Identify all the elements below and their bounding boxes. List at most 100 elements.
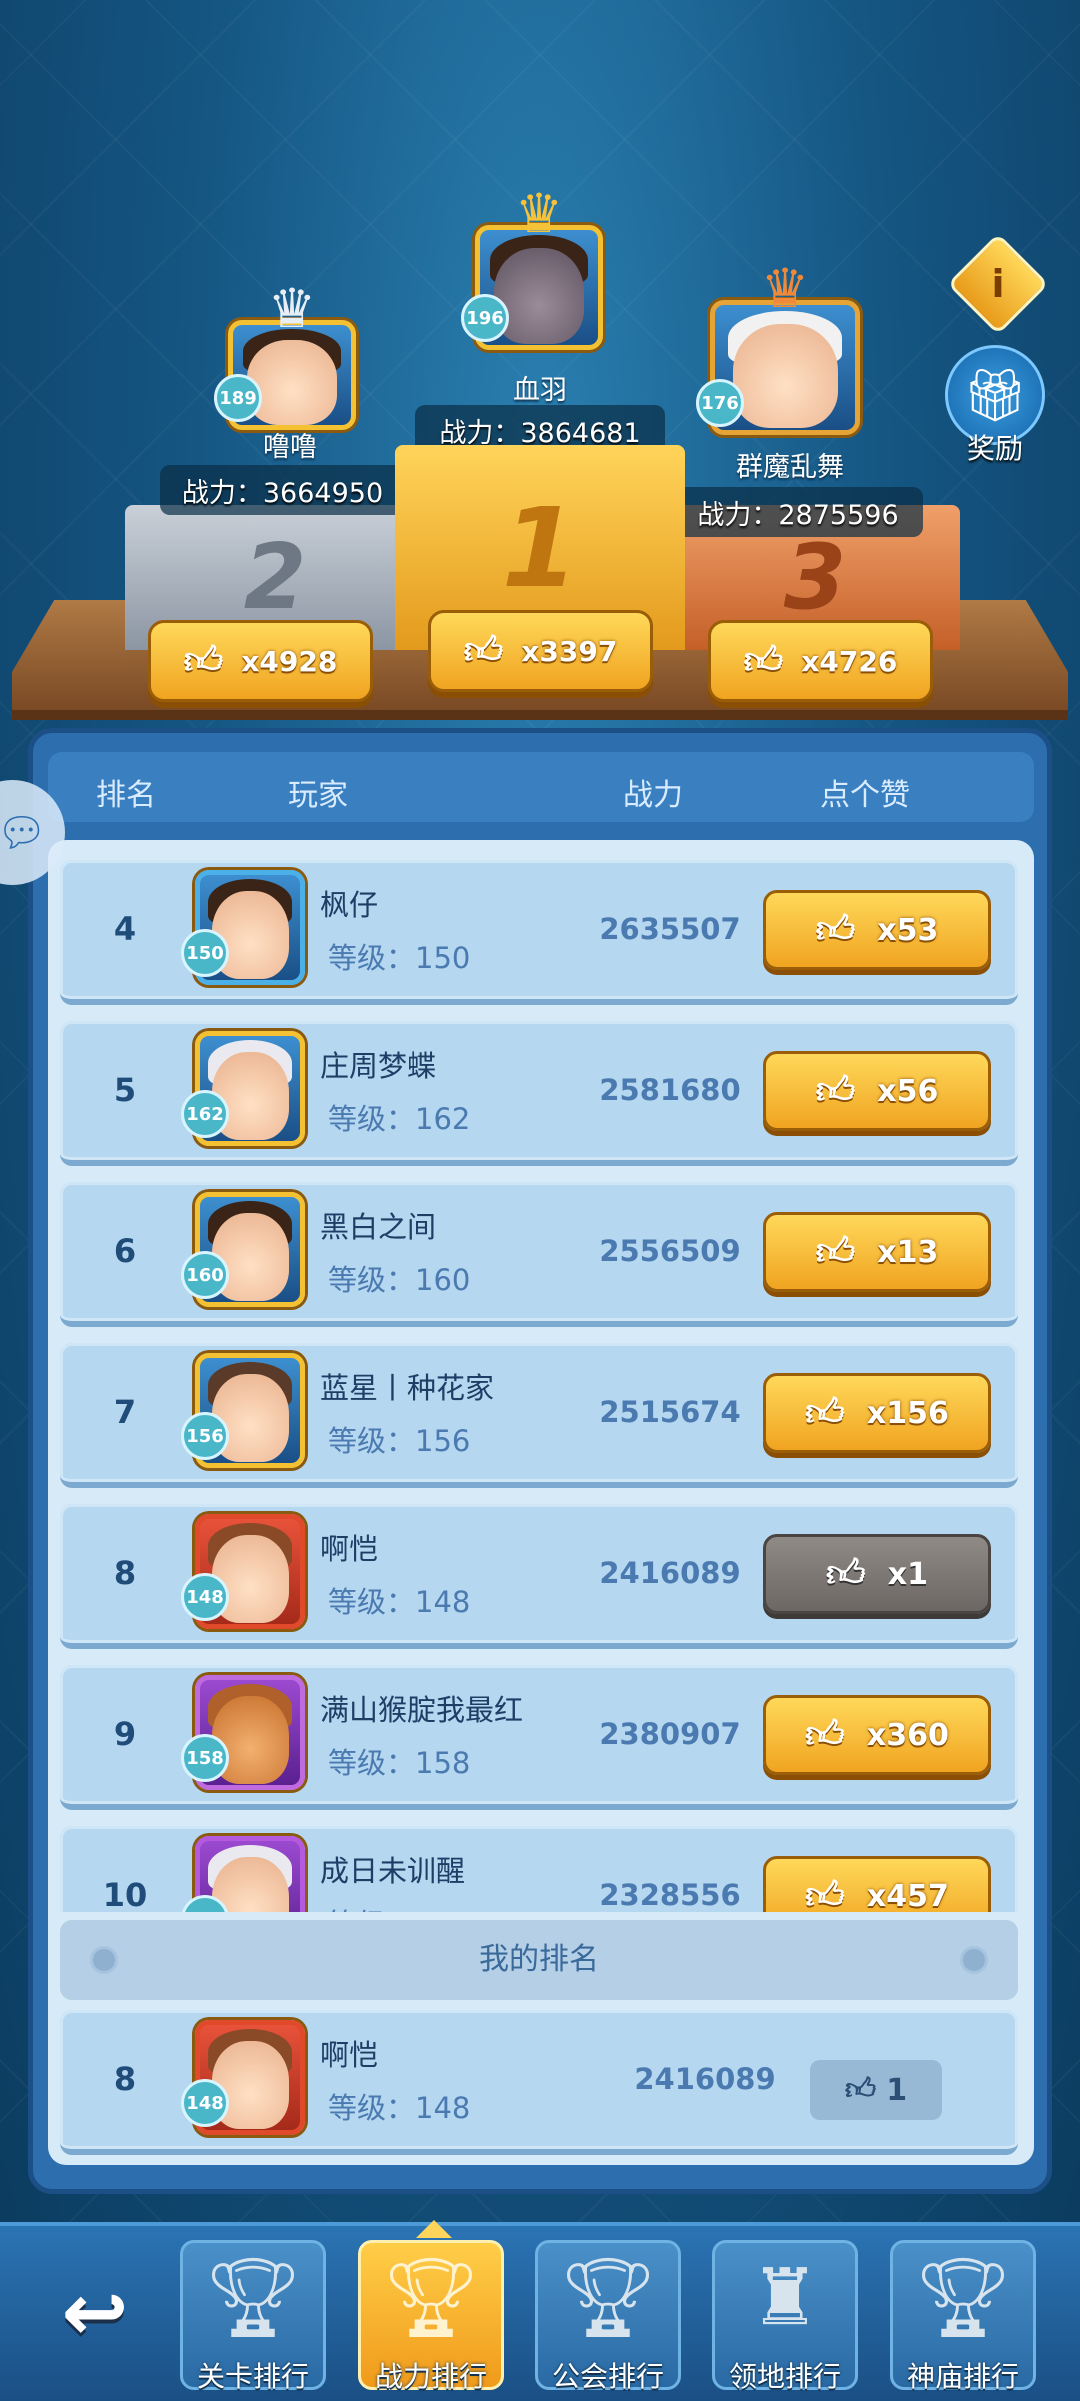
player-level: 等级：148 <box>328 2091 471 2125</box>
active-tab-indicator <box>416 2220 452 2238</box>
info-icon: i <box>991 262 1005 306</box>
avatar[interactable]: 150 <box>181 870 305 985</box>
avatar[interactable]: 148 <box>181 1514 305 1629</box>
trophy-fist-icon: 🏆︎ <box>381 2253 481 2343</box>
player-power: 2581680 <box>599 1073 741 1107</box>
podium-like-button-3[interactable]: 👍︎ x4726 <box>708 620 933 702</box>
level-badge: 162 <box>181 1090 229 1138</box>
row-rank: 4 <box>113 910 137 948</box>
tower-icon: ♜ <box>750 2253 820 2343</box>
level-badge: 148 <box>181 1573 229 1621</box>
tab-guild-ranking[interactable]: 🏆︎ 公会排行 <box>535 2240 681 2393</box>
my-rank-title: 我的排名 <box>479 1942 599 1977</box>
thumbs-up-icon: 👍︎ <box>826 1551 866 1595</box>
reward-button[interactable]: 🎁︎ 奖励 <box>940 345 1050 475</box>
like-button[interactable]: 👍︎ x457 <box>763 1856 991 1912</box>
player-power: 2328556 <box>599 1878 741 1912</box>
level-badge: 148 <box>181 2079 229 2127</box>
player-level: 等级：158 <box>328 1746 471 1780</box>
tab-stage-ranking[interactable]: 🏆︎ 关卡排行 <box>180 2240 326 2393</box>
table-header: 排名 玩家 战力 点个赞 <box>48 752 1034 822</box>
podium-avatar-2[interactable]: ♛ 189 <box>214 282 356 430</box>
my-rank-row[interactable]: 8 148 啊恺 等级：148 2416089 👍︎ 1 <box>60 2010 1018 2155</box>
header-rank: 排名 <box>96 778 156 813</box>
player-power: 2416089 <box>634 2062 776 2096</box>
like-button[interactable]: 👍︎ x360 <box>763 1695 991 1775</box>
avatar[interactable]: 156 <box>181 1353 305 1468</box>
tab-label: 公会排行 <box>551 2360 664 2393</box>
player-level: 等级：150 <box>328 941 471 975</box>
player-level: 等级：148 <box>328 1585 471 1619</box>
podium-name-1: 血羽 <box>513 375 567 406</box>
avatar[interactable]: 158 <box>181 1675 305 1790</box>
player-power: 2556509 <box>599 1234 741 1268</box>
level-badge: 160 <box>181 1251 229 1299</box>
tab-power-ranking[interactable]: 🏆︎ 战力排行 <box>358 2240 504 2393</box>
table-row[interactable]: 7 156 蓝星丨种花家 等级：156 2515674 👍︎ x156 <box>60 1343 1018 1488</box>
ranking-list[interactable]: 4 150 枫仔 等级：150 2635507 👍︎ x53 5 162 庄周梦蝶… <box>48 850 1034 1912</box>
player-name: 成日未训醒 <box>320 1854 466 1888</box>
row-rank: 9 <box>113 1715 137 1753</box>
level-badge: 189 <box>214 374 262 422</box>
podium-name-3: 群魔乱舞 <box>736 452 844 483</box>
like-button[interactable]: 👍︎ x53 <box>763 890 991 970</box>
trophy-temple-icon: 🏆︎ <box>913 2253 1013 2343</box>
podium-power-3: 战力：2875596 <box>673 487 923 537</box>
thumbs-up-icon: 👍︎ <box>743 638 784 682</box>
table-row[interactable]: 10 159 成日未训醒 等级：159 2328556 👍︎x457 <box>60 1826 1018 1912</box>
thumbs-up-icon: 👍︎ <box>815 907 856 951</box>
podium-like-button-2[interactable]: 👍︎ x4928 <box>148 620 373 702</box>
header-power: 战力 <box>623 778 683 813</box>
header-like: 点个赞 <box>820 778 910 813</box>
podium-avatar-1[interactable]: ♛ 196 <box>461 187 603 350</box>
trophy-handshake-icon: 🏆︎ <box>558 2253 658 2343</box>
table-row[interactable]: 8 148 啊恺 等级：148 2416089 👍︎ x1 <box>60 1504 1018 1649</box>
tab-label: 战力排行 <box>374 2360 487 2393</box>
player-name: 啊恺 <box>320 2038 379 2072</box>
player-level: 等级：162 <box>328 1102 471 1136</box>
header-player: 玩家 <box>288 778 348 813</box>
player-power: 2380907 <box>599 1717 741 1751</box>
player-name: 黑白之间 <box>320 1210 437 1244</box>
podium-avatar-3[interactable]: ♛ 176 <box>696 262 860 435</box>
tab-territory-ranking[interactable]: ♜ 领地排行 <box>712 2240 858 2393</box>
thumbs-up-icon: 👍︎ <box>815 1068 856 1112</box>
my-like-count: 👍︎ 1 <box>810 2060 942 2120</box>
crown-icon: ♛ <box>514 182 564 245</box>
back-arrow-icon[interactable]: ↩ <box>40 2268 150 2358</box>
tab-label: 领地排行 <box>728 2360 841 2393</box>
player-level: 等级：159 <box>328 1901 470 1912</box>
tab-label: 神庙排行 <box>906 2360 1019 2393</box>
table-row[interactable]: 9 158 满山猴腚我最红 等级：158 2380907 👍︎ x360 <box>60 1665 1018 1810</box>
wing-helmet-icon: ♛ <box>267 277 317 340</box>
tab-label: 关卡排行 <box>196 2360 309 2393</box>
row-rank: 5 <box>113 1071 137 1109</box>
avatar[interactable]: 160 <box>181 1192 305 1307</box>
level-badge: 158 <box>181 1734 229 1782</box>
like-button[interactable]: 👍︎ x156 <box>763 1373 991 1453</box>
level-badge: 150 <box>181 929 229 977</box>
podium-like-button-1[interactable]: 👍︎ x3397 <box>428 610 653 692</box>
like-button[interactable]: 👍︎ x56 <box>763 1051 991 1131</box>
row-rank: 7 <box>113 1393 137 1431</box>
avatar[interactable]: 148 <box>181 2020 305 2135</box>
table-row[interactable]: 6 160 黑白之间 等级：160 2556509 👍︎ x13 <box>60 1182 1018 1327</box>
level-badge: 156 <box>181 1412 229 1460</box>
table-row[interactable]: 4 150 枫仔 等级：150 2635507 👍︎ x53 <box>60 860 1018 1005</box>
thumbs-up-icon: 👍︎ <box>805 1712 845 1756</box>
reward-label: 奖励 <box>966 432 1023 465</box>
avatar[interactable]: 162 <box>181 1031 305 1146</box>
like-button-used[interactable]: 👍︎ x1 <box>763 1534 991 1614</box>
thumbs-up-icon: 👍︎ <box>815 1229 856 1273</box>
thumbs-up-icon: 👍︎ <box>183 638 224 682</box>
player-name: 蓝星丨种花家 <box>320 1371 495 1405</box>
player-level: 等级：156 <box>328 1424 471 1458</box>
avatar[interactable]: 159 <box>181 1836 305 1912</box>
table-row[interactable]: 5 162 庄周梦蝶 等级：162 2581680 👍︎ x56 <box>60 1021 1018 1166</box>
player-name: 庄周梦蝶 <box>320 1049 437 1083</box>
thumbs-up-icon: 👍︎ <box>463 628 504 672</box>
trophy-stage-icon: 🏆︎ <box>203 2253 303 2343</box>
tab-temple-ranking[interactable]: 🏆︎ 神庙排行 <box>890 2240 1036 2393</box>
thumbs-up-icon: 👍︎ <box>805 1390 845 1434</box>
like-button[interactable]: 👍︎ x13 <box>763 1212 991 1292</box>
